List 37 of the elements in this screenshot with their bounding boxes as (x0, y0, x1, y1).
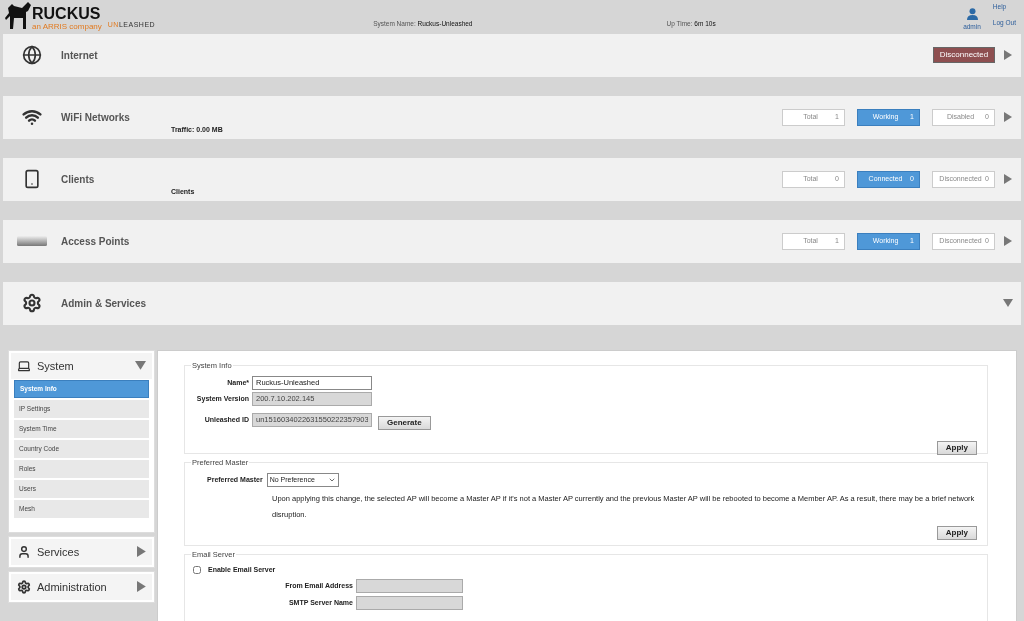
brand-tagline: an ARRIS company (32, 23, 102, 32)
collapse-arrow-icon[interactable] (1003, 299, 1013, 308)
apply-button[interactable]: Apply (936, 525, 977, 540)
sidebar-group-title: System (37, 358, 75, 374)
sidebar-group-header[interactable]: System (11, 352, 152, 379)
section-title: Admin & Services (61, 296, 148, 311)
expand-arrow-icon[interactable] (1004, 174, 1012, 185)
globe-icon (22, 45, 42, 66)
collapse-arrow-icon[interactable] (135, 361, 146, 371)
access-point-icon (17, 236, 47, 247)
apply-button[interactable]: Apply (936, 440, 977, 455)
wifi-icon (22, 107, 42, 128)
laptop-icon (17, 358, 31, 373)
sidebar-group-header[interactable]: Administration (11, 573, 152, 600)
status-badge: Disconnected (933, 47, 995, 64)
dog-logo-icon (4, 0, 32, 31)
user-icon[interactable] (966, 8, 978, 20)
sidebar-group-title: Services (37, 544, 81, 560)
section-bar[interactable]: Internet Disconnected (3, 33, 1021, 77)
gear-icon (22, 293, 42, 314)
sidebar-group-title: Administration (37, 579, 108, 595)
expand-arrow-icon[interactable] (137, 581, 146, 593)
phone-icon (22, 169, 42, 190)
sidebar-group-header[interactable]: Services (11, 538, 152, 565)
expand-arrow-icon[interactable] (137, 546, 146, 558)
expand-arrow-icon[interactable] (1004, 236, 1012, 247)
section-title: WiFi Networks (61, 110, 131, 125)
expand-arrow-icon[interactable] (1004, 50, 1012, 61)
section-title: Access Points (61, 234, 131, 249)
section-title: Clients (61, 172, 96, 187)
section-bar[interactable]: Admin & Services (3, 281, 1021, 325)
expand-arrow-icon[interactable] (1004, 112, 1012, 123)
person-icon (17, 544, 31, 559)
brand-name: RUCKUS (32, 6, 102, 23)
enable-email-checkbox[interactable] (193, 566, 201, 574)
gear-icon (17, 579, 31, 594)
section-title: Internet (61, 48, 99, 63)
